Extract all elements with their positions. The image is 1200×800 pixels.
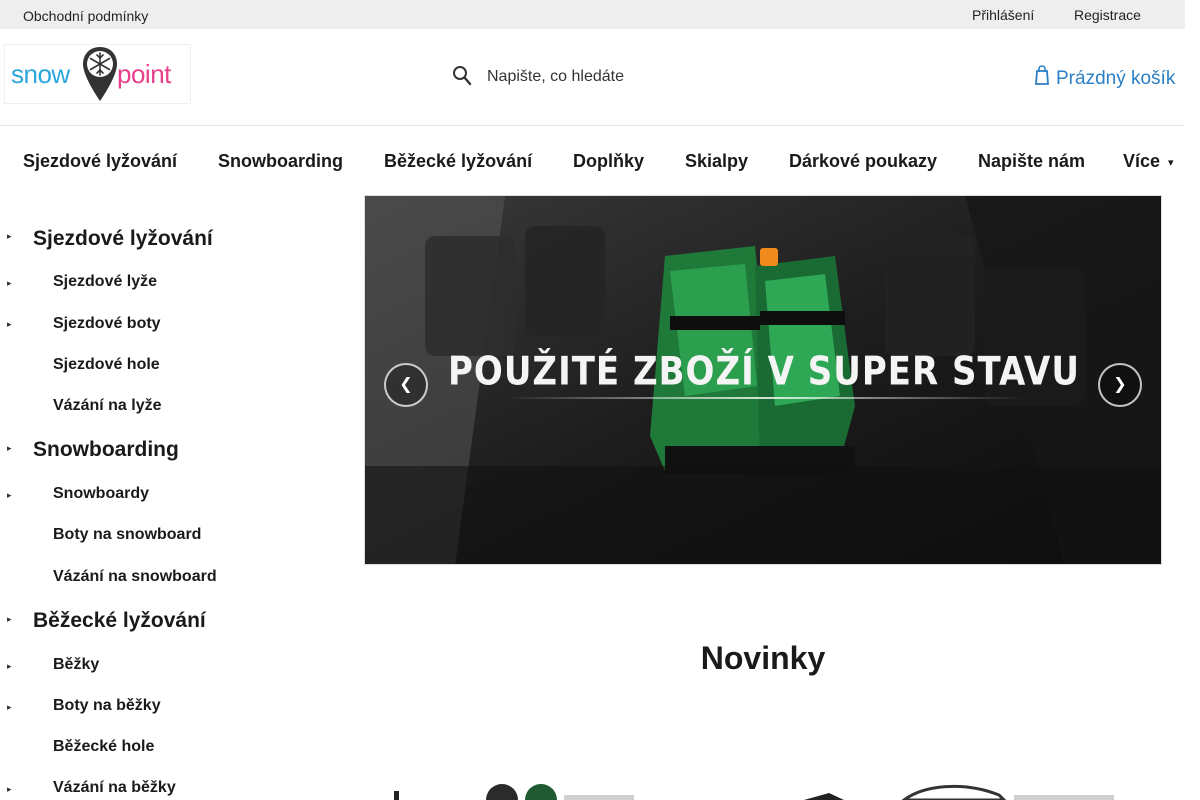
logo[interactable]: snow point bbox=[4, 44, 191, 104]
chevron-right-icon[interactable]: ▸ bbox=[7, 614, 12, 625]
sidebar-item-snowboardy[interactable]: Snowboardy bbox=[53, 485, 149, 503]
sidebar-item-bezky[interactable]: Běžky bbox=[53, 656, 99, 674]
sidebar-item-boty-na-bezky[interactable]: Boty na běžky bbox=[53, 697, 161, 715]
search-icon bbox=[453, 66, 472, 86]
sidebar-item-vazani-na-snowboard[interactable]: Vázání na snowboard bbox=[53, 568, 217, 586]
chevron-down-icon: ▾ bbox=[1168, 156, 1174, 169]
chevron-right-icon: ❯ bbox=[1113, 376, 1127, 393]
carousel-prev-button[interactable]: ❮ bbox=[384, 363, 428, 407]
sidebar-category-sjezdove-lyzovani[interactable]: Sjezdové lyžování bbox=[33, 227, 213, 251]
nav-item-skialpy[interactable]: Skialpy bbox=[685, 151, 748, 172]
logo-text-point: point bbox=[117, 59, 171, 89]
cart-label: Prázdný košík bbox=[1056, 68, 1176, 89]
terms-link[interactable]: Obchodní podmínky bbox=[23, 8, 148, 24]
section-title-novinky: Novinky bbox=[700, 640, 826, 676]
sidebar-item-sjezdove-lyze[interactable]: Sjezdové lyže bbox=[53, 273, 157, 291]
nav-item-bezecke-lyzovani[interactable]: Běžecké lyžování bbox=[384, 151, 532, 172]
snowflake-marker-icon bbox=[83, 47, 117, 101]
chevron-right-icon[interactable]: ▸ bbox=[7, 443, 12, 454]
nav-item-vice[interactable]: Více ▾ bbox=[1123, 151, 1174, 172]
sidebar-item-vazani-na-lyze[interactable]: Vázání na lyže bbox=[53, 397, 162, 415]
caption-underline bbox=[505, 397, 1025, 399]
logo-text-snow: snow bbox=[11, 59, 70, 89]
sidebar-item-sjezdove-boty[interactable]: Sjezdové boty bbox=[53, 315, 161, 333]
cart-icon bbox=[1035, 65, 1049, 85]
category-sidebar: ▸ Sjezdové lyžování ▸ Sjezdové lyže ▸ Sj… bbox=[0, 195, 350, 800]
sidebar-item-bezecke-hole[interactable]: Běžecké hole bbox=[53, 738, 154, 756]
chevron-right-icon[interactable]: ▸ bbox=[7, 278, 12, 289]
chevron-right-icon[interactable]: ▸ bbox=[7, 319, 12, 330]
product-thumbnails-cropped bbox=[394, 784, 1114, 800]
nav-item-napiste-nam[interactable]: Napište nám bbox=[978, 151, 1085, 172]
sidebar-item-vazani-na-bezky[interactable]: Vázání na běžky bbox=[53, 779, 176, 797]
product-row-partial bbox=[364, 775, 1162, 800]
carousel-next-button[interactable]: ❯ bbox=[1098, 363, 1142, 407]
sidebar-item-sjezdove-hole[interactable]: Sjezdové hole bbox=[53, 356, 160, 374]
nav-item-darkove-poukazy[interactable]: Dárkové poukazy bbox=[789, 151, 937, 172]
sidebar-category-snowboarding[interactable]: Snowboarding bbox=[33, 438, 179, 462]
nav-item-sjezdove-lyzovani[interactable]: Sjezdové lyžování bbox=[23, 151, 177, 172]
hero-carousel[interactable]: POUŽITÉ ZBOŽÍ V SUPER STAVU ❮ ❯ bbox=[364, 195, 1162, 565]
header: snow point Napište, co hledáte Prázdný k… bbox=[0, 29, 1185, 126]
nav-item-doplnky[interactable]: Doplňky bbox=[573, 151, 644, 172]
chevron-right-icon[interactable]: ▸ bbox=[7, 490, 12, 501]
nav-item-vice-label: Více bbox=[1123, 151, 1161, 171]
search-input[interactable]: Napište, co hledáte bbox=[487, 68, 624, 86]
register-link[interactable]: Registrace bbox=[1074, 7, 1141, 23]
chevron-left-icon: ❮ bbox=[399, 376, 413, 393]
chevron-right-icon[interactable]: ▸ bbox=[7, 231, 12, 242]
search-box[interactable]: Napište, co hledáte bbox=[440, 57, 840, 97]
chevron-right-icon[interactable]: ▸ bbox=[7, 661, 12, 672]
sidebar-category-bezecke-lyzovani[interactable]: Běžecké lyžování bbox=[33, 609, 206, 633]
top-bar: Obchodní podmínky Přihlášení Registrace bbox=[0, 0, 1185, 29]
chevron-right-icon[interactable]: ▸ bbox=[7, 702, 12, 713]
login-link[interactable]: Přihlášení bbox=[972, 7, 1034, 23]
banner-caption: POUŽITÉ ZBOŽÍ V SUPER STAVU bbox=[448, 349, 1080, 395]
main-nav: Sjezdové lyžování Snowboarding Běžecké l… bbox=[0, 127, 1185, 195]
nav-item-snowboarding[interactable]: Snowboarding bbox=[218, 151, 343, 172]
sidebar-item-boty-na-snowboard[interactable]: Boty na snowboard bbox=[53, 526, 201, 544]
chevron-right-icon[interactable]: ▸ bbox=[7, 784, 12, 795]
